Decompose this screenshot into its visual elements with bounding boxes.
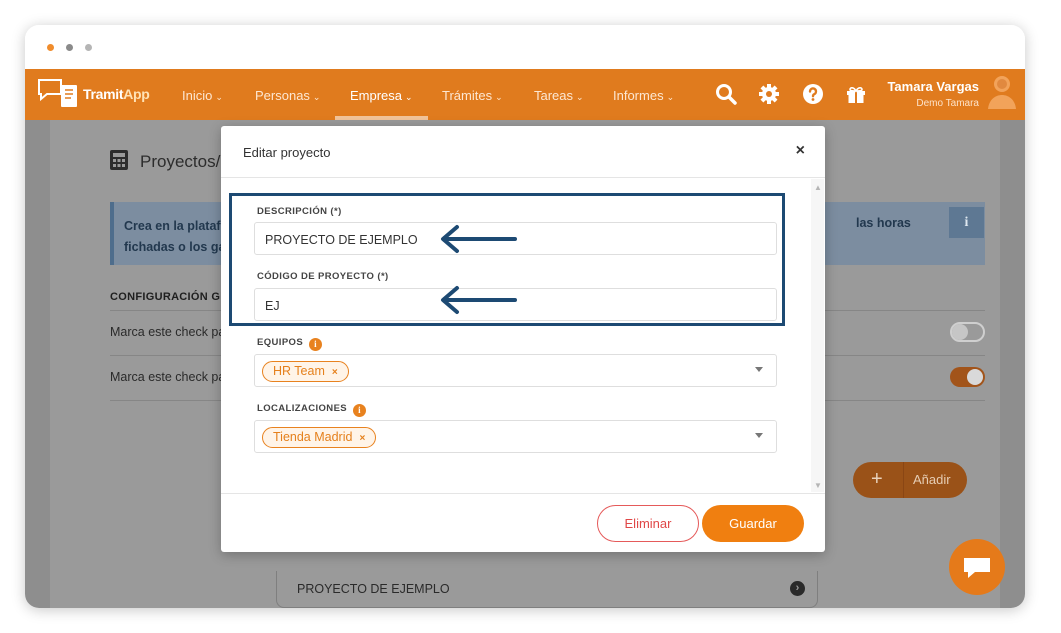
tag-label: Tienda Madrid bbox=[273, 430, 353, 444]
delete-button[interactable]: Eliminar bbox=[597, 505, 699, 542]
chevron-down-icon: ⌄ bbox=[405, 92, 413, 102]
nav-item-tareas[interactable]: Tareas ⌄ bbox=[534, 88, 584, 103]
chevron-down-icon: ⌄ bbox=[215, 92, 223, 102]
annotation-arrow-left-icon bbox=[441, 286, 517, 314]
chat-button[interactable] bbox=[949, 539, 1005, 595]
project-code-label: CÓDIGO DE PROYECTO (*) bbox=[257, 271, 389, 282]
config-row-label: Marca este check para bbox=[110, 370, 237, 384]
chevron-down-icon: ⌄ bbox=[312, 92, 321, 102]
locations-label-text: LOCALIZACIONES bbox=[257, 403, 348, 414]
nav-label: Informes bbox=[613, 88, 664, 103]
scroll-down-arrow-icon[interactable]: ▼ bbox=[814, 481, 822, 490]
save-button[interactable]: Guardar bbox=[702, 505, 804, 542]
nav-label: Inicio bbox=[182, 88, 213, 103]
info-icon[interactable]: i bbox=[309, 338, 323, 351]
project-list-item[interactable]: PROYECTO DE EJEMPLO › bbox=[276, 571, 818, 608]
nav-item-tramites[interactable]: Trámites ⌄ bbox=[442, 88, 503, 103]
top-navbar: TramitApp Inicio ⌄ Personas ⌄ Empresa ⌄ Trá… bbox=[25, 69, 1025, 120]
chevron-down-icon: ⌄ bbox=[495, 92, 503, 102]
nav-label: Personas bbox=[255, 88, 310, 103]
nav-item-inicio[interactable]: Inicio ⌄ bbox=[182, 88, 223, 103]
chevron-down-icon: ⌄ bbox=[666, 92, 675, 102]
button-separator bbox=[903, 462, 904, 498]
caret-down-icon[interactable] bbox=[755, 433, 763, 438]
remove-tag-icon[interactable]: × bbox=[359, 433, 365, 444]
teams-label-text: EQUIPOS bbox=[257, 337, 304, 348]
nav-item-personas[interactable]: Personas ⌄ bbox=[255, 88, 320, 103]
nav-label: Tareas bbox=[534, 88, 574, 103]
toggle-knob bbox=[952, 324, 968, 340]
nav-label: Trámites bbox=[442, 88, 493, 103]
gear-icon[interactable] bbox=[757, 82, 781, 106]
location-tag: Tienda Madrid × bbox=[262, 427, 377, 448]
edit-project-modal: Editar proyecto × DESCRIPCIÓN (*) PROYEC… bbox=[221, 126, 825, 552]
toggle-switch-off[interactable] bbox=[950, 322, 985, 342]
modal-body: DESCRIPCIÓN (*) PROYECTO DE EJEMPLO CÓDI… bbox=[221, 179, 825, 492]
locations-label: LOCALIZACIONES i bbox=[257, 403, 367, 417]
nav-item-informes[interactable]: Informes ⌄ bbox=[613, 88, 674, 103]
add-button-label: Añadir bbox=[913, 472, 951, 487]
team-tag: HR Team × bbox=[262, 361, 349, 382]
nav-label: Empresa bbox=[350, 88, 403, 103]
window-dot-minimize[interactable] bbox=[66, 44, 73, 51]
gift-icon[interactable] bbox=[844, 82, 868, 106]
teams-label: EQUIPOS i bbox=[257, 337, 323, 351]
info-banner-text-right: las horas bbox=[856, 216, 911, 230]
calculator-icon bbox=[110, 150, 128, 170]
project-name: PROYECTO DE EJEMPLO bbox=[297, 582, 450, 596]
info-icon[interactable]: i bbox=[353, 404, 367, 417]
project-code-value: EJ bbox=[265, 299, 280, 313]
toggle-knob bbox=[967, 369, 983, 385]
avatar-icon[interactable] bbox=[987, 73, 1017, 113]
modal-scrollbar[interactable]: ▲ ▼ bbox=[811, 179, 824, 492]
nav-item-empresa[interactable]: Empresa ⌄ bbox=[350, 88, 413, 103]
brand-suffix: App bbox=[123, 86, 150, 102]
remove-tag-icon[interactable]: × bbox=[332, 367, 338, 378]
plus-icon: + bbox=[871, 468, 883, 490]
title-bar bbox=[25, 25, 1025, 69]
arrow-right-circle-icon[interactable]: › bbox=[790, 581, 805, 596]
modal-footer: Eliminar Guardar bbox=[221, 493, 825, 552]
description-label: DESCRIPCIÓN (*) bbox=[257, 206, 342, 217]
locations-select[interactable]: Tienda Madrid × bbox=[254, 420, 777, 453]
chat-bubble-icon bbox=[964, 558, 990, 578]
toggle-switch-on[interactable] bbox=[950, 367, 985, 387]
teams-select[interactable]: HR Team × bbox=[254, 354, 777, 387]
user-company: Demo Tamara bbox=[916, 98, 979, 109]
caret-down-icon[interactable] bbox=[755, 367, 763, 372]
chevron-down-icon: ⌄ bbox=[576, 92, 584, 102]
info-badge-icon: i bbox=[949, 207, 984, 238]
scroll-up-arrow-icon[interactable]: ▲ bbox=[814, 183, 822, 192]
tag-label: HR Team bbox=[273, 364, 325, 378]
description-value: PROYECTO DE EJEMPLO bbox=[265, 233, 418, 247]
search-icon[interactable] bbox=[714, 82, 738, 106]
close-icon[interactable]: × bbox=[796, 142, 805, 160]
modal-title: Editar proyecto bbox=[243, 145, 331, 160]
brand-name[interactable]: TramitApp bbox=[83, 86, 150, 102]
modal-header: Editar proyecto × bbox=[221, 126, 825, 178]
user-name[interactable]: Tamara Vargas bbox=[887, 79, 979, 94]
help-icon[interactable] bbox=[801, 82, 825, 106]
window-dot-maximize[interactable] bbox=[85, 44, 92, 51]
browser-window: TramitApp Inicio ⌄ Personas ⌄ Empresa ⌄ Trá… bbox=[25, 25, 1025, 608]
tramitapp-logo-icon[interactable] bbox=[37, 76, 81, 110]
config-row-label: Marca este check para bbox=[110, 325, 237, 339]
window-dot-close[interactable] bbox=[47, 44, 54, 51]
brand-prefix: Tramit bbox=[83, 86, 124, 102]
annotation-arrow-left-icon bbox=[441, 225, 517, 253]
add-project-button[interactable]: + Añadir bbox=[853, 462, 967, 498]
